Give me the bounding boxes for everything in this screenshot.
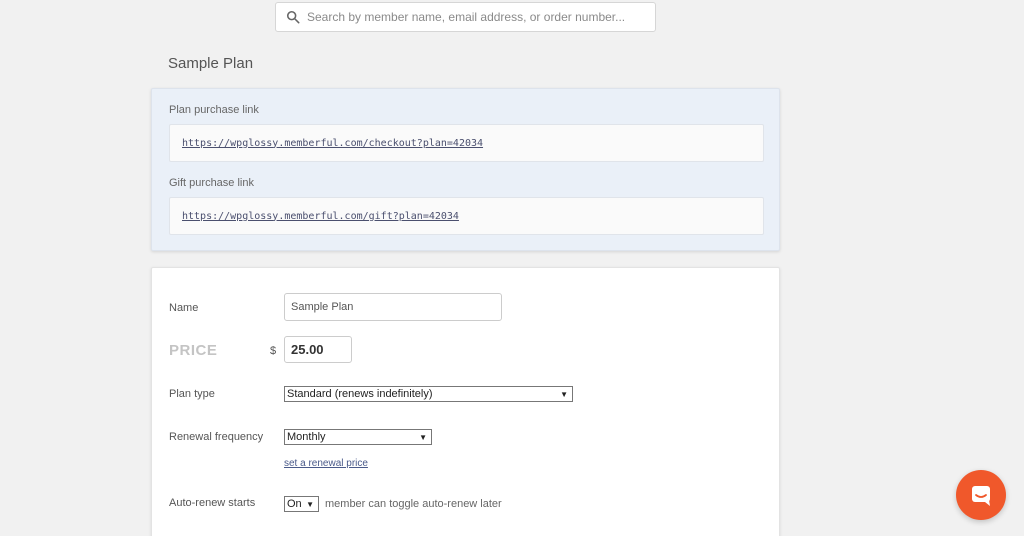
price-label: PRICE — [169, 342, 218, 359]
plan-purchase-link-label: Plan purchase link — [169, 104, 259, 116]
plan-purchase-link[interactable]: https://wpglossy.memberful.com/checkout?… — [182, 138, 483, 149]
renewal-frequency-label: Renewal frequency — [169, 431, 264, 443]
plan-form-panel: Name PRICE $ Plan type Standard (renews … — [151, 267, 780, 536]
search-icon — [286, 10, 300, 24]
search-bar[interactable] — [275, 2, 656, 32]
gift-purchase-link[interactable]: https://wpglossy.memberful.com/gift?plan… — [182, 211, 459, 222]
auto-renew-select[interactable]: On ▼ — [284, 496, 319, 512]
plan-type-label: Plan type — [169, 388, 215, 400]
chat-launcher-button[interactable] — [956, 470, 1006, 520]
search-input[interactable] — [307, 10, 647, 24]
chevron-down-icon: ▼ — [560, 389, 568, 399]
plan-purchase-link-box: https://wpglossy.memberful.com/checkout?… — [169, 124, 764, 162]
chevron-down-icon: ▼ — [306, 499, 314, 509]
plan-type-select[interactable]: Standard (renews indefinitely) ▼ — [284, 386, 573, 402]
currency-symbol: $ — [270, 345, 277, 357]
renewal-frequency-select[interactable]: Monthly ▼ — [284, 429, 432, 445]
gift-purchase-link-label: Gift purchase link — [169, 177, 254, 189]
auto-renew-value: On — [287, 498, 302, 510]
set-renewal-price-link[interactable]: set a renewal price — [284, 458, 368, 469]
chevron-down-icon: ▼ — [419, 432, 427, 442]
auto-renew-helper: member can toggle auto-renew later — [325, 498, 502, 510]
plan-type-value: Standard (renews indefinitely) — [287, 388, 433, 400]
auto-renew-label: Auto-renew starts — [169, 497, 256, 509]
page-title: Sample Plan — [168, 55, 254, 72]
chat-icon — [972, 486, 990, 506]
name-input[interactable] — [284, 293, 502, 321]
purchase-links-panel: Plan purchase link https://wpglossy.memb… — [151, 88, 780, 251]
name-label: Name — [169, 302, 199, 314]
gift-purchase-link-box: https://wpglossy.memberful.com/gift?plan… — [169, 197, 764, 235]
price-input[interactable] — [284, 336, 352, 363]
renewal-frequency-value: Monthly — [287, 431, 326, 443]
